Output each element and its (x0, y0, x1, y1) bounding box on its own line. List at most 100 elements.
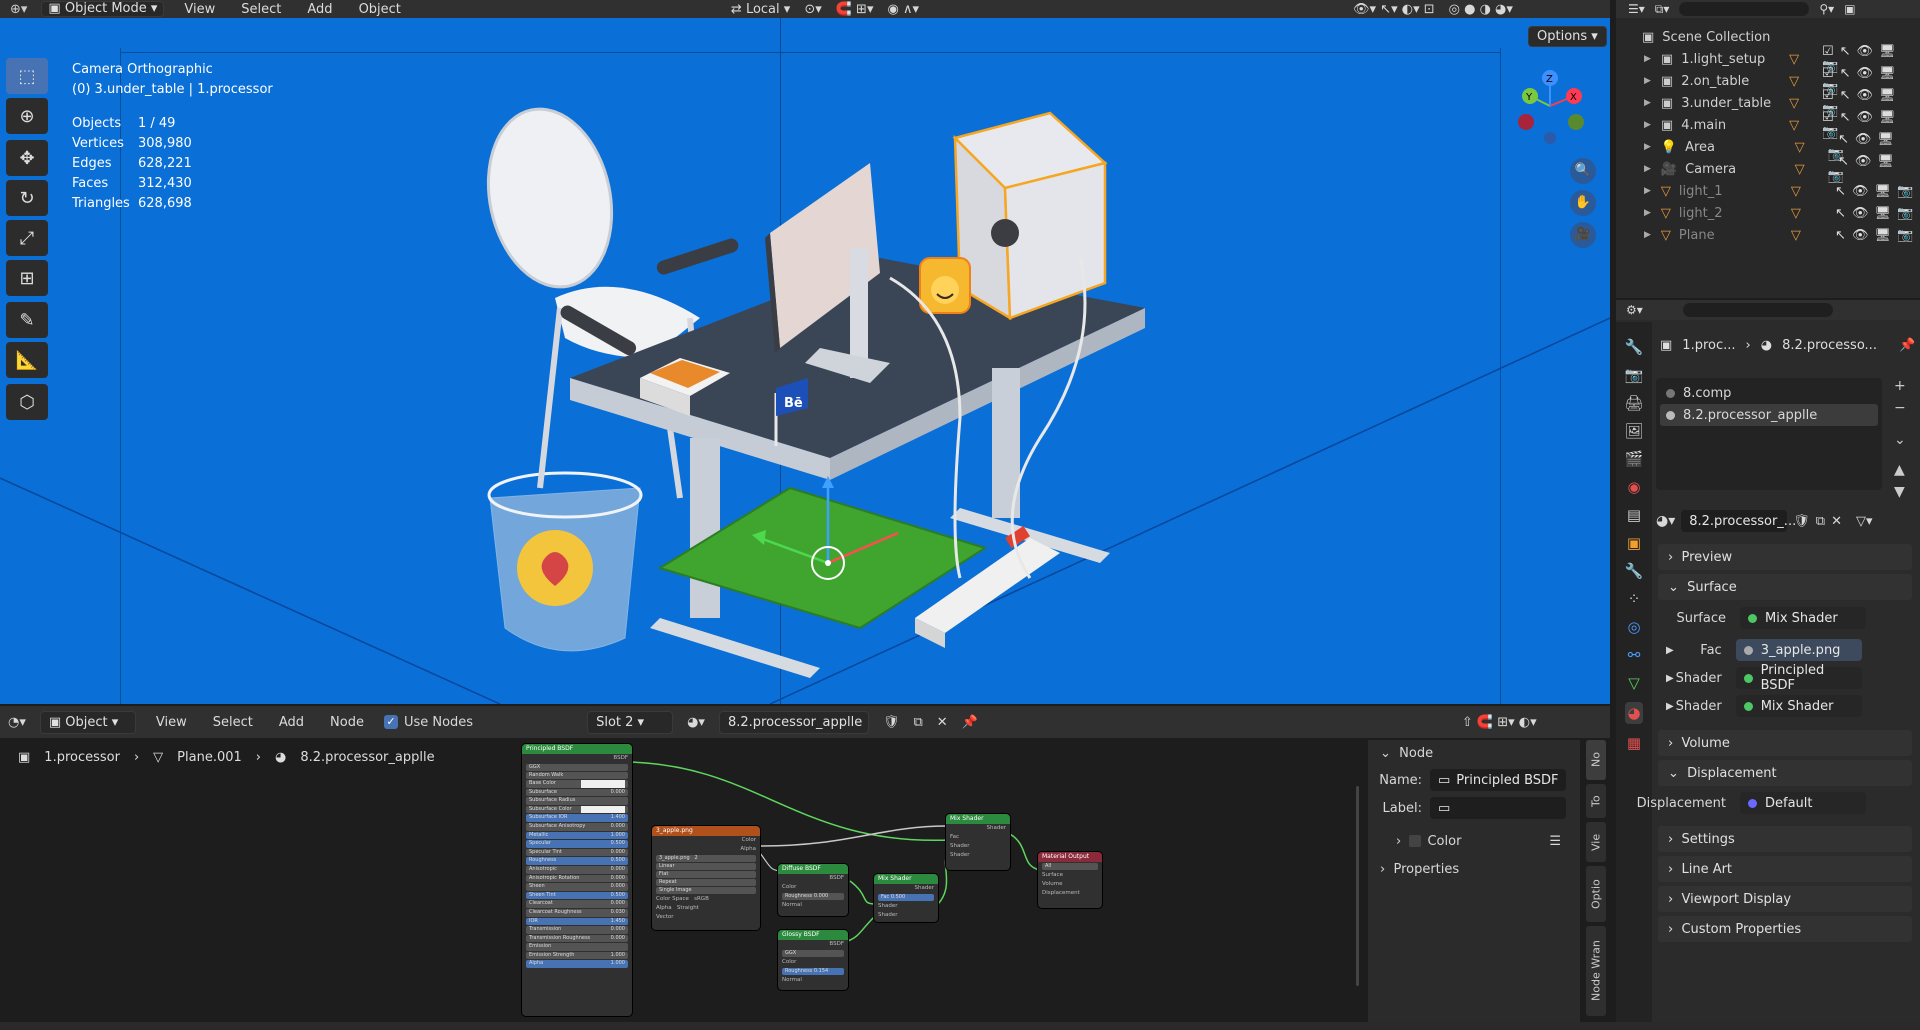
principled-input-row[interactable]: Clearcoat 0.000 (526, 900, 628, 908)
node-dropdown[interactable]: Single Image (656, 887, 756, 894)
node-dropdown[interactable]: GGX (526, 764, 628, 771)
render-tab-icon[interactable]: 📷 (1625, 366, 1644, 384)
filter-icon[interactable]: ⚲▾ (1819, 2, 1834, 16)
expand-arrow-icon[interactable]: ▶ (1644, 208, 1651, 218)
outliner-item[interactable]: ▶ ▽ Plane ▽ ↖👁🖥📷 (1616, 224, 1920, 246)
principled-input-row[interactable]: Subsurface Color (526, 805, 628, 814)
line-art-panel[interactable]: › Line Art (1658, 856, 1912, 882)
node-dropdown[interactable]: Flat (656, 871, 756, 878)
surface-shader-field[interactable]: Mix Shader (1740, 607, 1866, 629)
expand-arrow-icon[interactable]: ▶ (1666, 701, 1674, 712)
outliner-item[interactable]: ▶ 🎥 Camera ▽ ↖👁🖥📷 (1616, 154, 1920, 184)
visibility-icons[interactable]: ↖👁🖥📷 (1825, 184, 1919, 199)
navigation-gizmo[interactable]: X Y Z (1510, 66, 1590, 146)
fake-user-icon[interactable]: 🛡 (1793, 514, 1810, 529)
unlink-icon[interactable]: ✕ (1831, 514, 1842, 529)
expand-arrow-icon[interactable]: ▶ (1644, 230, 1651, 240)
principled-input-row[interactable]: Clearcoat Roughness 0.030 (526, 908, 628, 917)
node-dropdown[interactable]: GGX (782, 950, 844, 957)
viewport-display-panel[interactable]: › Viewport Display (1658, 886, 1912, 912)
world-tab-icon[interactable]: ◉ (1627, 478, 1640, 496)
displacement-panel[interactable]: ⌄ Displacement (1658, 760, 1912, 786)
node-value-field[interactable]: Fac 0.500 (878, 894, 934, 901)
node-value-field[interactable]: Roughness 0.154 (782, 968, 844, 975)
visibility-icons[interactable]: ↖👁🖥📷 (1825, 206, 1919, 221)
sidebar-tab-options[interactable]: Optio (1586, 866, 1606, 922)
principled-input-row[interactable]: Roughness 0.500 (526, 857, 628, 865)
fac-field[interactable]: 3_apple.png (1735, 639, 1862, 661)
pin-icon[interactable]: 📌 (1899, 338, 1915, 353)
principled-input-row[interactable]: Subsurface 0.000 (526, 788, 628, 797)
outliner-item[interactable]: ▶ ▽ light_2 ▽ ↖👁🖥📷 (1616, 202, 1920, 224)
displacement-field[interactable]: Default (1740, 792, 1866, 814)
node-label-input[interactable]: ▭ (1430, 797, 1566, 819)
sidebar-tab-view[interactable]: Vie (1586, 822, 1606, 862)
proportional-icon[interactable]: ◉ ∧▾ (887, 2, 919, 17)
outliner-editor-icon[interactable]: ☰▾ (1628, 2, 1645, 16)
color-subpanel[interactable]: › Color ☰ (1368, 826, 1580, 856)
slot-item[interactable]: 8.comp (1660, 382, 1878, 404)
move-up-button[interactable]: ▲ (1894, 462, 1906, 478)
principled-input-row[interactable]: Anisotropic Rotation 0.000 (526, 874, 628, 883)
mix-shader-node-1[interactable]: Mix Shader Shader Fac 0.500 Shader Shade… (874, 874, 938, 922)
principled-input-row[interactable]: IOR 1.450 (526, 917, 628, 926)
output-tab-icon[interactable]: 🖨 (1624, 394, 1643, 412)
duplicate-icon[interactable]: ⧉ (1816, 514, 1825, 529)
properties-search-input[interactable] (1682, 303, 1833, 317)
properties-subpanel[interactable]: › Properties (1368, 856, 1580, 882)
node-dropdown[interactable]: Repeat (656, 879, 756, 886)
principled-input-row[interactable]: Subsurface Radius (526, 797, 628, 805)
principled-input-row[interactable]: Subsurface Anisotropy 0.000 (526, 822, 628, 831)
principled-input-row[interactable]: Specular Tint 0.000 (526, 848, 628, 857)
node-section-header[interactable]: ⌄ Node (1368, 740, 1580, 766)
material-name-field[interactable]: 8.2.processor_... (1681, 510, 1796, 532)
new-collection-icon[interactable]: ▣ (1844, 2, 1855, 16)
properties-editor-icon[interactable]: ⚙▾ (1626, 303, 1643, 317)
node-editor-scrollbar[interactable] (1356, 786, 1359, 986)
node-dropdown[interactable]: Random Walk (526, 772, 628, 779)
diffuse-bsdf-node[interactable]: Diffuse BSDF BSDF Color Roughness 0.000 … (778, 864, 848, 916)
principled-input-row[interactable]: Emission (526, 943, 628, 951)
principled-input-row[interactable]: Emission Strength 1.000 (526, 951, 628, 960)
settings-panel[interactable]: › Settings (1658, 826, 1912, 852)
menu-object[interactable]: Object (353, 0, 407, 19)
glossy-bsdf-node[interactable]: Glossy BSDF BSDF GGX Color Roughness 0.1… (778, 930, 848, 990)
tool-tab-icon[interactable]: 🔧 (1625, 338, 1644, 356)
outliner-search-input[interactable] (1679, 2, 1810, 16)
pan-hand-icon[interactable]: ✋ (1570, 190, 1596, 216)
mode-dropdown[interactable]: ▣ Object Mode ▾ (41, 1, 165, 17)
shading-modes[interactable]: ◎ ● ◑ ◕▾ (1449, 2, 1513, 17)
expand-arrow-icon[interactable]: ▶ (1644, 54, 1651, 64)
principled-input-row[interactable]: Anisotropic 0.000 (526, 865, 628, 874)
collection-tab-icon[interactable]: ▤ (1627, 506, 1641, 524)
snap-icon[interactable]: 🧲 ⊞▾ (836, 2, 874, 17)
principled-input-row[interactable]: Metallic 1.000 (526, 831, 628, 840)
expand-arrow-icon[interactable]: ▶ (1644, 186, 1651, 196)
visibility-icons[interactable]: ↖👁🖥📷 (1825, 228, 1919, 243)
display-mode-icon[interactable]: ⧉▾ (1655, 2, 1670, 17)
sidebar-tab-tool[interactable]: To (1586, 784, 1606, 818)
principled-input-row[interactable]: Transmission Roughness 0.000 (526, 934, 628, 943)
add-slot-button[interactable]: + (1894, 378, 1906, 394)
principled-input-row[interactable]: Alpha 1.000 (526, 960, 628, 969)
material-output-node[interactable]: Material Output All Surface Volume Displ… (1038, 852, 1102, 908)
principled-input-row[interactable]: Base Color (526, 780, 628, 788)
viewport-overlay-icons[interactable]: 👁▾ ↖▾ ◐▾ ⊡ (1353, 2, 1435, 17)
outliner-item[interactable]: ▶ ▽ light_1 ▽ ↖👁🖥📷 (1616, 180, 1920, 202)
transform-space-dropdown[interactable]: ⇄ Local ▾ (731, 2, 790, 17)
viewport-editor-icon[interactable]: ⊕▾ (10, 2, 27, 17)
node-value-field[interactable]: Roughness 0.000 (782, 893, 844, 900)
shader1-field[interactable]: Principled BSDF (1735, 663, 1862, 693)
expand-arrow-icon[interactable]: ▶ (1666, 645, 1674, 656)
camera-view-icon[interactable]: 🎥 (1570, 222, 1596, 248)
scene-tab-icon[interactable]: 🎬 (1625, 450, 1644, 468)
pivot-icon[interactable]: ⊙▾ (804, 2, 821, 17)
menu-select[interactable]: Select (235, 0, 287, 19)
remove-slot-button[interactable]: − (1894, 400, 1906, 416)
surface-panel[interactable]: ⌄ Surface (1658, 574, 1912, 600)
zoom-icon[interactable]: 🔍 (1570, 158, 1596, 184)
custom-properties-panel[interactable]: › Custom Properties (1658, 916, 1912, 942)
preview-panel[interactable]: › Preview (1658, 544, 1912, 570)
image-texture-node[interactable]: 3_apple.png Color Alpha 3_apple.png 2 Li… (652, 826, 760, 930)
browse-material-icon[interactable]: ◕▾ (1656, 513, 1675, 529)
